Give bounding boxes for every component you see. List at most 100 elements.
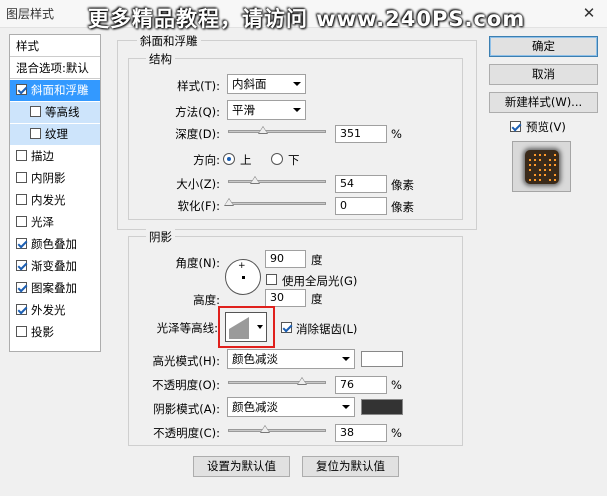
soften-slider[interactable] [224,198,326,206]
preview-swatch [525,150,559,184]
sidebar-item-label: 内发光 [31,193,66,207]
sidebar-item[interactable]: 颜色叠加 [10,234,100,255]
highlight-mode-label: 高光模式(H): [152,354,221,368]
sidebar-item-label: 混合选项:默认 [16,61,89,75]
sidebar-item[interactable]: 投影 [10,322,100,343]
preview-speckle [544,169,546,171]
sidebar-item-checkbox[interactable] [16,84,27,95]
shadow-opacity-slider[interactable] [228,425,326,433]
make-default-button[interactable]: 设置为默认值 [193,456,290,477]
highlight-mode-value: 颜色减淡 [232,352,278,366]
sidebar-item-checkbox[interactable] [16,216,27,227]
sidebar-item-label: 外发光 [31,303,66,317]
size-input[interactable]: 54 [335,175,387,193]
sidebar-item[interactable]: 等高线 [10,102,100,123]
shadow-mode-select[interactable]: 颜色减淡 [227,397,355,417]
soften-input[interactable]: 0 [335,197,387,215]
sidebar-item-checkbox[interactable] [30,106,41,117]
angle-unit: 度 [311,253,323,267]
dropdown-arrow-icon [342,405,350,409]
preview-speckle [534,164,536,166]
sidebar-item-checkbox[interactable] [16,238,27,249]
sidebar-item-label: 纹理 [45,127,68,141]
style-preview-thumbnail [512,141,571,192]
shadow-opacity-thumb[interactable] [260,425,271,433]
sidebar-item-checkbox[interactable] [16,326,27,337]
highlight-opacity-input[interactable]: 76 [335,376,387,394]
sidebar-item-label: 投影 [31,325,54,339]
sidebar-item-checkbox[interactable] [16,282,27,293]
sidebar-item[interactable]: 内发光 [10,190,100,211]
highlight-mode-select[interactable]: 颜色减淡 [227,349,355,369]
preview-speckle [554,154,556,156]
altitude-label: 高度: [193,293,220,307]
dropdown-arrow-icon [293,82,301,86]
sidebar-item-checkbox[interactable] [16,150,27,161]
depth-input[interactable]: 351 [335,125,387,143]
preview-checkbox[interactable] [510,121,521,132]
contour-picker[interactable] [225,312,267,342]
direction-up-radio[interactable] [223,153,235,165]
preview-speckle [549,179,551,181]
shadow-opacity-label: 不透明度(C): [153,426,220,440]
angle-label: 角度(N): [175,256,220,270]
window-title: 图层样式 [6,7,55,21]
shadow-color-swatch[interactable] [361,399,403,415]
global-light-checkbox[interactable] [266,274,277,285]
highlight-opacity-thumb[interactable] [296,377,307,385]
sidebar-item-checkbox[interactable] [16,260,27,271]
preview-speckle [544,164,546,166]
highlight-color-swatch[interactable] [361,351,403,367]
sidebar-item[interactable]: 内阴影 [10,168,100,189]
sidebar-item-checkbox[interactable] [30,128,41,139]
direction-down-radio[interactable] [271,153,283,165]
technique-select[interactable]: 平滑 [227,100,306,120]
sidebar-item[interactable]: 光泽 [10,212,100,233]
preview-speckle [534,159,536,161]
sidebar-item[interactable]: 纹理 [10,124,100,145]
sidebar-item[interactable]: 图案叠加 [10,278,100,299]
angle-dot [242,276,245,279]
reset-default-button[interactable]: 复位为默认值 [302,456,399,477]
sidebar-item[interactable]: 外发光 [10,300,100,321]
soften-slider-thumb[interactable] [224,198,234,206]
sidebar-item-label: 等高线 [45,105,80,119]
size-unit: 像素 [391,178,414,192]
highlight-opacity-slider[interactable] [228,377,326,385]
altitude-input[interactable]: 30 [265,289,306,307]
sidebar-item[interactable]: 描边 [10,146,100,167]
sidebar-item-label: 描边 [31,149,54,163]
size-slider-thumb[interactable] [249,176,260,184]
depth-slider-thumb[interactable] [257,126,268,134]
size-slider[interactable] [228,176,326,184]
sidebar-item[interactable]: 样式 [10,36,100,57]
angle-input[interactable]: 90 [265,250,306,268]
direction-label: 方向: [193,153,220,167]
style-list: 样式混合选项:默认斜面和浮雕等高线纹理描边内阴影内发光光泽颜色叠加渐变叠加图案叠… [9,34,101,352]
crosshair-icon: + [238,261,246,271]
sidebar-item-checkbox[interactable] [16,304,27,315]
sidebar-item[interactable]: 混合选项:默认 [10,58,100,79]
angle-dial[interactable]: + [225,259,261,295]
new-style-button[interactable]: 新建样式(W)... [489,92,598,113]
ok-button[interactable]: 确定 [489,36,598,57]
anti-alias-checkbox[interactable] [281,322,292,333]
preview-speckle [539,174,541,176]
technique-select-value: 平滑 [232,103,255,117]
sidebar-item[interactable]: 渐变叠加 [10,256,100,277]
dropdown-arrow-icon [293,108,301,112]
shadow-opacity-input[interactable]: 38 [335,424,387,442]
sidebar-item-label: 内阴影 [31,171,66,185]
shading-title: 阴影 [146,229,175,245]
sidebar-item-checkbox[interactable] [16,172,27,183]
sidebar-item-label: 渐变叠加 [31,259,77,273]
sidebar-item[interactable]: 斜面和浮雕 [10,80,100,101]
close-icon[interactable]: ✕ [579,4,599,22]
sidebar-item-checkbox[interactable] [16,194,27,205]
cancel-button[interactable]: 取消 [489,64,598,85]
sidebar-item-label: 光泽 [31,215,54,229]
dropdown-arrow-icon [342,357,350,361]
highlight-opacity-unit: % [391,378,402,392]
style-select[interactable]: 内斜面 [227,74,306,94]
depth-slider[interactable] [228,126,326,134]
